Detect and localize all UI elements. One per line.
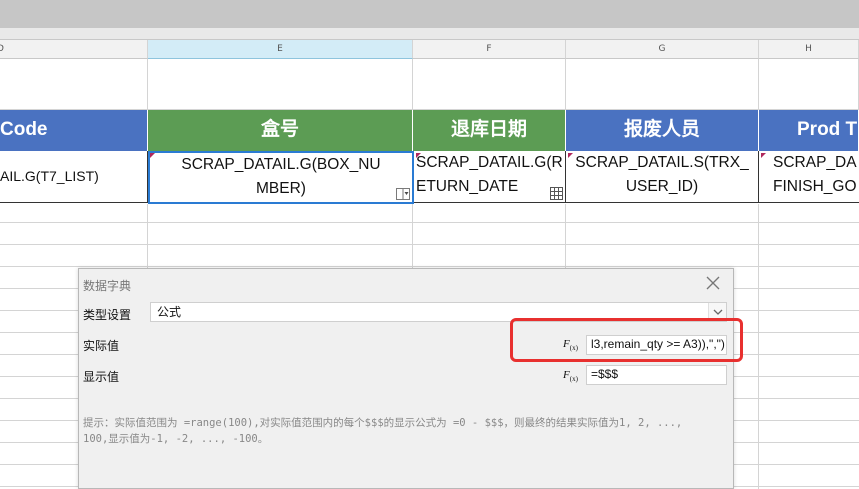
cell-empty[interactable] — [0, 59, 148, 110]
comment-marker-icon — [568, 153, 573, 158]
actual-value-label: 实际值 — [83, 339, 120, 353]
cell-empty[interactable] — [413, 59, 566, 110]
comment-marker-icon — [150, 153, 155, 158]
data-dictionary-dialog: 数据字典 类型设置 公式 实际值 F(x) l3,remain_qty >= A… — [78, 268, 734, 489]
cell-dropdown-icon[interactable] — [396, 187, 410, 200]
column-header-e[interactable]: E — [148, 40, 413, 59]
data-cell-return-date[interactable]: SCRAP_DATAIL.G(RETURN_DATE — [414, 151, 566, 203]
header-cell-code[interactable]: Code — [0, 110, 148, 151]
header-cell-scrap-user[interactable]: 报废人员 — [566, 110, 759, 151]
toolbar-band — [0, 0, 859, 28]
data-cell-box-number[interactable]: SCRAP_DATAIL.G(BOX_NUMBER) — [148, 151, 414, 204]
comment-marker-icon — [416, 153, 421, 158]
column-header-f[interactable]: F — [413, 40, 566, 59]
header-cell-box-number[interactable]: 盒号 — [148, 110, 413, 151]
header-cell-prod[interactable]: Prod T — [759, 110, 859, 151]
column-header-d[interactable]: D — [0, 40, 148, 59]
display-value-label: 显示值 — [83, 370, 120, 384]
data-cell-scrap-user[interactable]: SCRAP_DATAIL.S(TRX_USER_ID) — [566, 151, 759, 203]
display-value-input[interactable]: =$$$ — [586, 365, 727, 385]
header-cell-return-date[interactable]: 退库日期 — [413, 110, 566, 151]
close-icon[interactable] — [705, 275, 721, 291]
formula-fx-icon[interactable]: F(x) — [563, 369, 578, 383]
column-header-h[interactable]: H — [759, 40, 859, 59]
cell-grid-icon[interactable] — [550, 187, 563, 200]
cell-empty[interactable] — [148, 59, 413, 110]
hint-text: 提示：实际值范围为 =range(100),对实际值范围内的每个$$$的显示公式… — [83, 417, 683, 445]
comment-marker-icon — [761, 153, 766, 158]
column-header-g[interactable]: G — [566, 40, 759, 59]
dialog-title: 数据字典 — [83, 279, 132, 293]
data-cell-code[interactable]: AIL.G(T7_LIST) — [0, 151, 148, 203]
highlight-box — [510, 318, 743, 362]
cell-empty[interactable] — [566, 59, 759, 110]
data-cell-prod[interactable]: SCRAP_DAFINISH_GO — [759, 151, 859, 203]
formula-bar-strip — [0, 28, 859, 40]
cell-empty[interactable] — [759, 59, 859, 110]
type-label: 类型设置 — [83, 308, 132, 322]
